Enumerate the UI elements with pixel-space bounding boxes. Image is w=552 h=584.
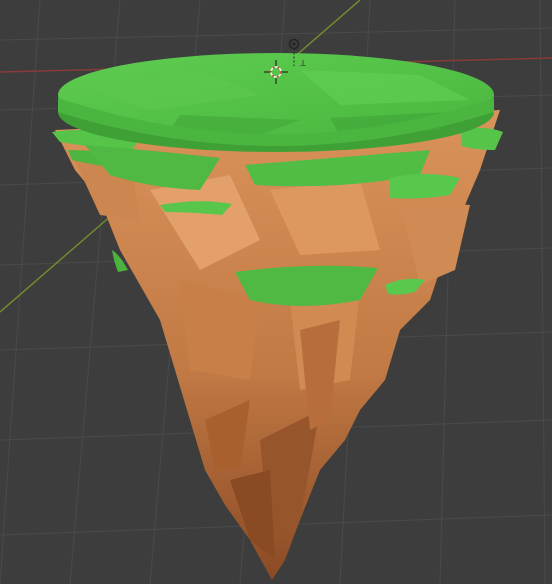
camera-icon[interactable]: ⟂ <box>300 59 306 69</box>
grass-ledge-right <box>390 174 460 199</box>
svg-text:⟂: ⟂ <box>300 59 306 69</box>
grass-ledge-lower <box>235 265 378 306</box>
island-grass-top[interactable] <box>58 53 494 152</box>
viewport-scene[interactable]: ⟂ <box>0 0 552 584</box>
3d-viewport[interactable]: ⟂ <box>0 0 552 584</box>
